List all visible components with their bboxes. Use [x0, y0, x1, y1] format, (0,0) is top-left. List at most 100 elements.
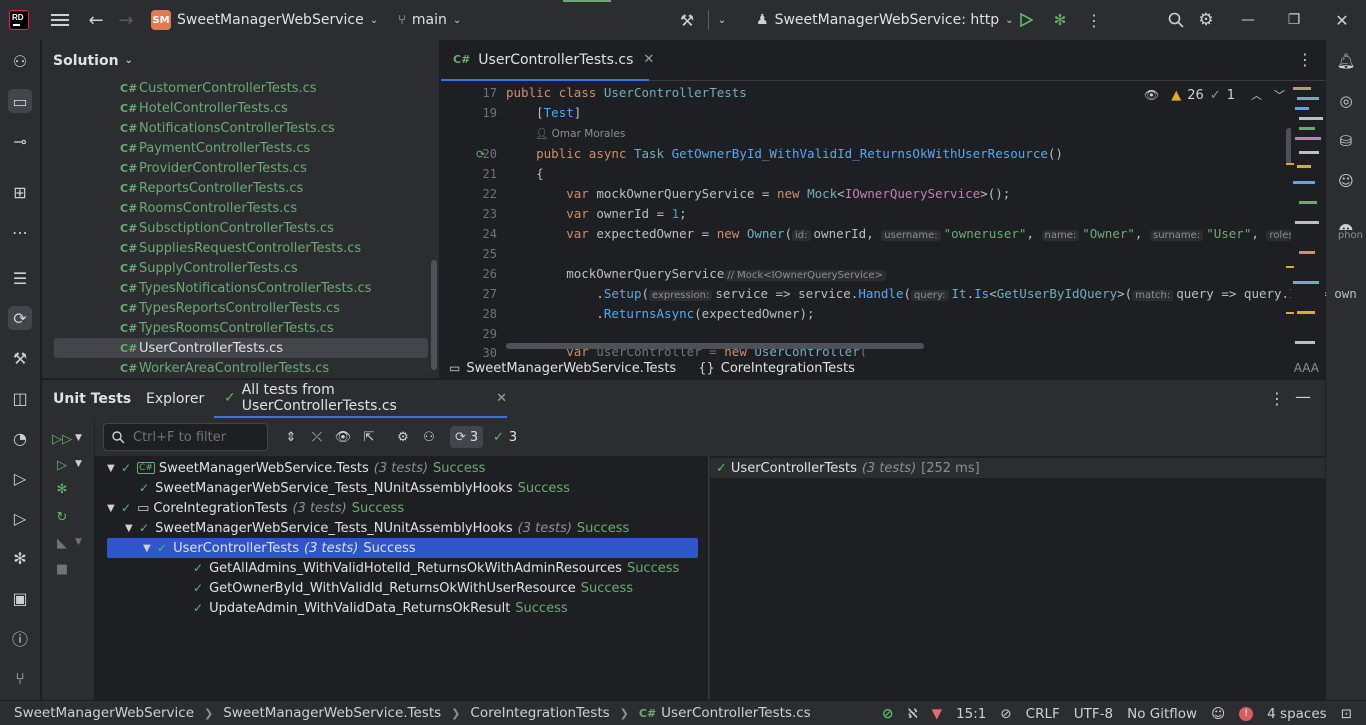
- tab-explorer[interactable]: Explorer: [146, 380, 204, 418]
- indent-setting[interactable]: 4 spaces: [1267, 706, 1327, 722]
- error-indicator-icon[interactable]: !: [1239, 706, 1254, 721]
- run-tool-icon[interactable]: ▷: [8, 506, 32, 530]
- solution-file-item[interactable]: C# TypesNotificationsControllerTests.cs: [54, 278, 428, 298]
- readonly-icon[interactable]: ⊘: [1000, 706, 1011, 722]
- close-tab-icon[interactable]: ✕: [496, 391, 507, 406]
- chevron-down-icon[interactable]: ⌄: [714, 0, 730, 40]
- close-icon[interactable]: ✕: [1319, 0, 1365, 40]
- test-tree-row[interactable]: ✓ GetOwnerById_WithValidId_ReturnsOkWithU…: [107, 578, 698, 598]
- code-line[interactable]: var mockOwnerQueryService = new Mock<IOw…: [506, 186, 1010, 201]
- debug-icon[interactable]: ✻: [53, 480, 71, 498]
- solution-file-item[interactable]: C# NotificationsControllerTests.cs: [54, 118, 428, 138]
- rerun-icon[interactable]: ↻: [53, 508, 71, 526]
- expand-all-icon[interactable]: ⇕: [282, 428, 300, 446]
- expand-arrow-icon[interactable]: ▼: [107, 463, 121, 474]
- vcs-status[interactable]: No Gitflow: [1127, 706, 1197, 722]
- structure-icon[interactable]: ⊞: [8, 180, 32, 204]
- inspection-ok-icon[interactable]: ⊘: [882, 706, 894, 722]
- commit-icon[interactable]: ⊸: [8, 129, 32, 153]
- editor-horizontal-scrollbar[interactable]: [506, 343, 924, 349]
- font-size-icon[interactable]: AAA: [1294, 361, 1319, 375]
- hide-panel-icon[interactable]: —: [1295, 387, 1311, 406]
- notifications-bell-icon[interactable]: 🔔︎: [1335, 50, 1357, 72]
- dotcover-icon[interactable]: ▼: [932, 706, 942, 722]
- test-tree-row[interactable]: ▼ ✓ UserControllerTests (3 tests) Success: [107, 538, 698, 558]
- expand-arrow-icon[interactable]: ▼: [125, 523, 139, 534]
- solution-file-item[interactable]: C# CustomerControllerTests.cs: [54, 78, 428, 98]
- search-icon[interactable]: [1166, 0, 1186, 40]
- branch-selector[interactable]: ⑂ main ⌄: [398, 12, 461, 28]
- main-menu-icon[interactable]: [49, 0, 71, 40]
- solution-file-item[interactable]: C# ProviderControllerTests.cs: [54, 158, 428, 178]
- status-breadcrumb-folder[interactable]: CoreIntegrationTests: [470, 705, 609, 721]
- test-tree-row[interactable]: ✓ SweetManagerWebService_Tests_NUnitAssem…: [107, 478, 698, 498]
- nuget-icon[interactable]: ⚇: [8, 49, 32, 73]
- editor-minimap[interactable]: [1291, 81, 1325, 357]
- chevron-up-icon[interactable]: ︿: [1251, 87, 1262, 103]
- group-by-icon[interactable]: ⚇: [420, 428, 438, 446]
- solution-file-item[interactable]: C# SupplyControllerTests.cs: [54, 258, 428, 278]
- expand-arrow-icon[interactable]: ▼: [143, 543, 157, 554]
- code-line[interactable]: {: [506, 166, 544, 181]
- chevron-down-icon[interactable]: ▼: [75, 537, 82, 547]
- cursor-position[interactable]: 15:1: [956, 706, 986, 722]
- solution-file-item[interactable]: C# HotelControllerTests.cs: [54, 98, 428, 118]
- minimize-icon[interactable]: —: [1225, 0, 1271, 40]
- code-line[interactable]: var ownerId = 1;: [506, 206, 686, 221]
- test-tree-row[interactable]: ▼ ✓ ▭ CoreIntegrationTests (3 tests) Success: [107, 498, 698, 518]
- status-breadcrumb-file[interactable]: UserControllerTests.cs: [661, 705, 811, 721]
- chevron-down-icon[interactable]: ▼: [75, 459, 82, 469]
- solution-file-item[interactable]: C# UserControllerTests.cs: [54, 338, 428, 358]
- code-line[interactable]: public class UserControllerTests: [506, 85, 747, 100]
- reader-mode-icon[interactable]: 👁︎: [1144, 88, 1159, 102]
- copilot-icon[interactable]: ☺: [1335, 170, 1357, 192]
- file-encoding[interactable]: UTF-8: [1074, 706, 1113, 722]
- code-line[interactable]: var expectedOwner = new Owner(id: ownerId…: [506, 226, 1366, 241]
- build-icon[interactable]: ⚒: [8, 346, 32, 370]
- code-line[interactable]: .Setup(expression: service => service.Han…: [506, 286, 1357, 301]
- solution-file-item[interactable]: C# TypesRoomsControllerTests.cs: [54, 318, 428, 338]
- close-tab-icon[interactable]: ✕: [643, 52, 654, 67]
- back-arrow-icon[interactable]: ←: [85, 0, 107, 40]
- profiler-icon[interactable]: ◔: [8, 426, 32, 450]
- inspection-widget[interactable]: 👁︎ ▲ 26 ✓ 1 ︿ ﹀: [1144, 87, 1285, 103]
- dotmemory-icon[interactable]: ◫: [8, 386, 32, 410]
- total-tests-toggle[interactable]: ⟳ 3: [450, 426, 484, 448]
- services-icon[interactable]: ▷: [8, 466, 32, 490]
- solution-scrollbar[interactable]: [431, 260, 437, 370]
- line-ending[interactable]: CRLF: [1026, 706, 1060, 722]
- test-tree-row[interactable]: ▼ ✓ C# SweetManagerWebService.Tests (3 tests…: [107, 458, 698, 478]
- more-tools-icon[interactable]: ⋯: [8, 220, 32, 244]
- run-test-gutter-icon[interactable]: ⟳: [476, 148, 485, 161]
- forward-arrow-icon[interactable]: →: [115, 0, 137, 40]
- show-eye-icon[interactable]: 👁︎: [334, 428, 352, 446]
- panel-options-icon[interactable]: ⋮: [1269, 389, 1285, 408]
- passed-tests-toggle[interactable]: ✓ 3: [493, 426, 517, 448]
- test-tree-row[interactable]: ▼ ✓ SweetManagerWebService_Tests_NUnitAsse…: [107, 518, 698, 538]
- status-breadcrumb-project[interactable]: SweetManagerWebService.Tests: [223, 705, 441, 721]
- status-breadcrumb-solution[interactable]: SweetManagerWebService: [14, 705, 194, 721]
- copilot-status-icon[interactable]: ☺: [1211, 706, 1225, 722]
- run-icon[interactable]: ▷: [53, 456, 71, 474]
- folder-icon[interactable]: ▭: [8, 89, 32, 113]
- solution-file-item[interactable]: C# SubsctiptionControllerTests.cs: [54, 218, 428, 238]
- maximize-icon[interactable]: ❐: [1271, 0, 1317, 40]
- chevron-down-icon[interactable]: ▼: [75, 433, 82, 443]
- breadcrumb-class[interactable]: CoreIntegrationTests: [721, 361, 855, 376]
- code-line[interactable]: .ReturnsAsync(expectedOwner);: [506, 306, 814, 321]
- tab-all-tests[interactable]: ✓ All tests from UserControllerTests.cs …: [214, 380, 507, 418]
- tab-unit-tests[interactable]: Unit Tests: [53, 380, 131, 418]
- test-tree-row[interactable]: ✓ UpdateAdmin_WithValidData_ReturnsOkResu…: [107, 598, 698, 618]
- project-selector[interactable]: SM SweetManagerWebService ⌄: [151, 10, 378, 30]
- run-all-icon[interactable]: ▷▷: [52, 430, 72, 448]
- gear-icon[interactable]: ⚙: [1196, 0, 1216, 40]
- tab-actions-icon[interactable]: ⋮: [1297, 50, 1313, 69]
- unit-tests-icon[interactable]: ⟳: [8, 306, 32, 330]
- debug-tool-icon[interactable]: ✻: [8, 546, 32, 570]
- stop-icon[interactable]: ■: [53, 560, 71, 578]
- solution-file-item[interactable]: C# SuppliesRequestControllerTests.cs: [54, 238, 428, 258]
- breadcrumb-namespace[interactable]: SweetManagerWebService.Tests: [466, 361, 676, 376]
- settings-icon[interactable]: ⚙: [394, 428, 412, 446]
- code-line[interactable]: mockOwnerQueryService// Mock<IOwnerQuery…: [506, 266, 889, 281]
- test-output-header[interactable]: ✓ UserControllerTests (3 tests) [252 ms]: [710, 458, 1325, 478]
